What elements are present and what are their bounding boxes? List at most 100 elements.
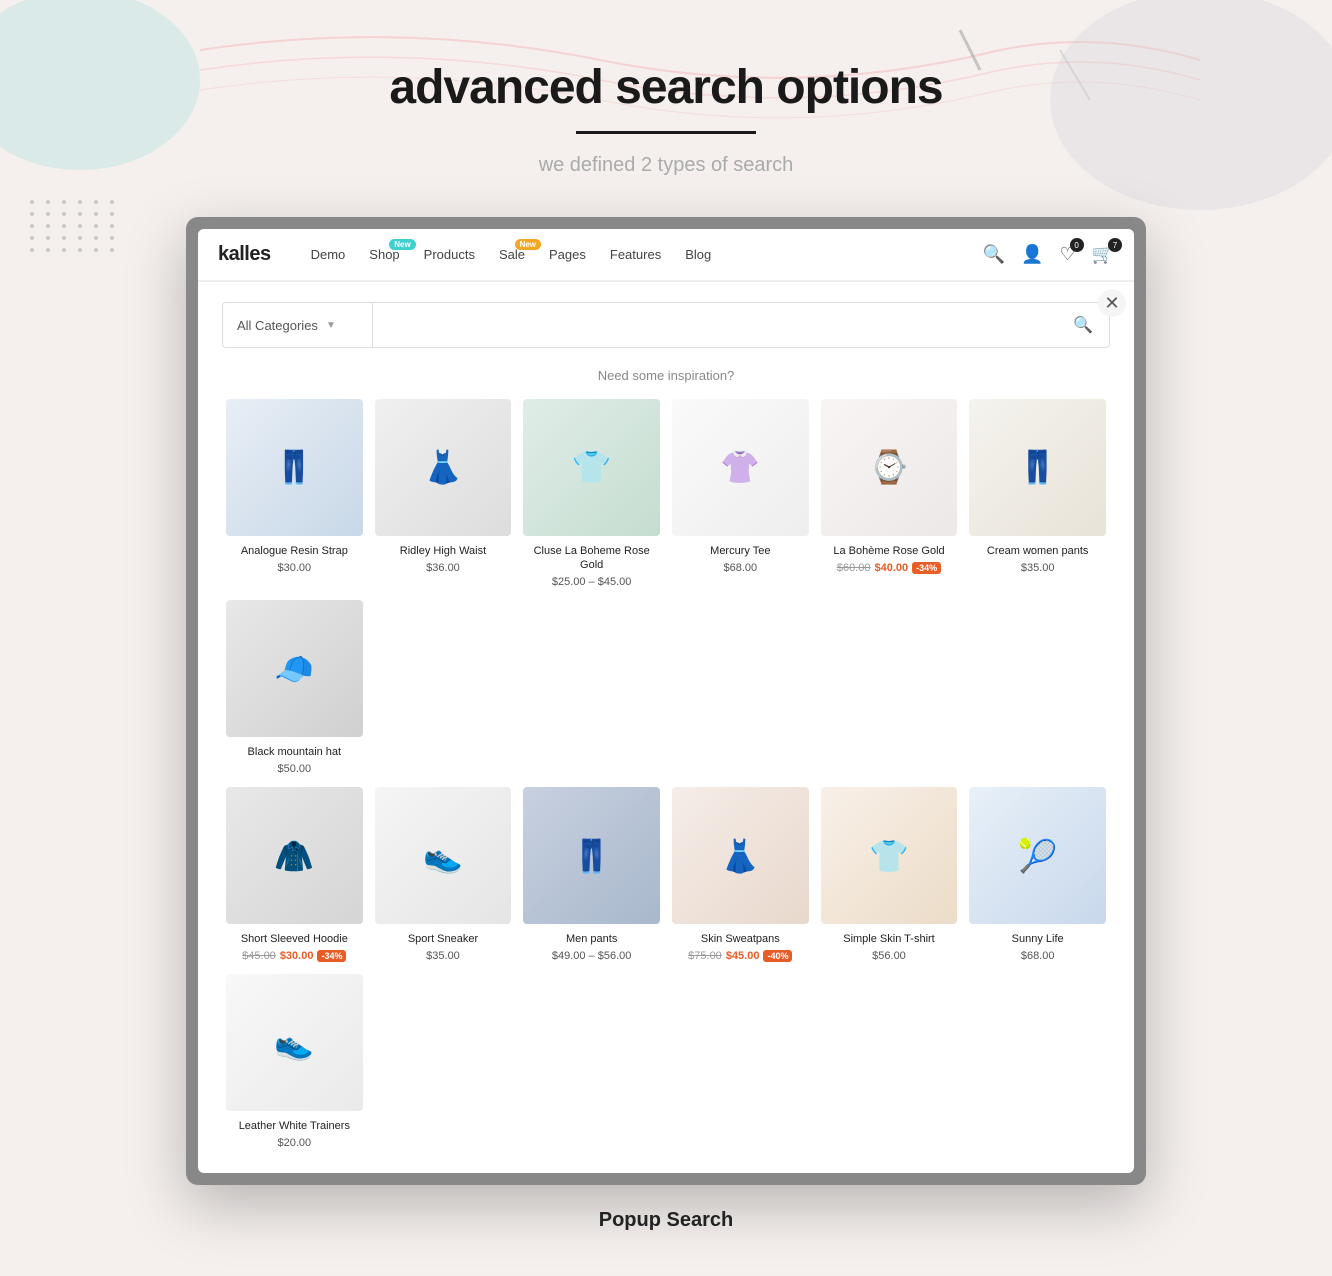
nav-item-demo[interactable]: Demo xyxy=(311,247,346,262)
product-name: Cluse La Boheme Rose Gold xyxy=(523,544,660,573)
product-price: $50.00 xyxy=(226,763,363,775)
product-name: Skin Sweatpans xyxy=(672,932,809,946)
price-value: $35.00 xyxy=(1021,562,1055,574)
cart-icon[interactable]: 🛒 7 xyxy=(1092,244,1114,265)
product-image: 👕 xyxy=(523,399,660,536)
sale-badge: New xyxy=(515,239,541,250)
product-image: 🧥 xyxy=(226,787,363,924)
category-label: All Categories xyxy=(237,318,318,333)
product-image: 👖 xyxy=(523,787,660,924)
navbar-nav: Demo Shop New Products Sale New Pages Fe… xyxy=(311,247,983,262)
products-grid-row2: 🧥 Short Sleeved Hoodie $45.00 $30.00-34% 👟 Sp… xyxy=(222,787,1110,1149)
popup-label: Popup Search xyxy=(599,1209,733,1232)
nav-item-products[interactable]: Products xyxy=(424,247,475,262)
page-subtitle: we defined 2 types of search xyxy=(539,154,794,177)
product-image: 👗 xyxy=(672,787,809,924)
product-price: $25.00 – $45.00 xyxy=(523,576,660,588)
product-card[interactable]: 👖 Men pants $49.00 – $56.00 xyxy=(523,787,660,962)
search-popup-body: All Categories ▼ 🔍 Need some inspiration… xyxy=(198,281,1134,1173)
chevron-down-icon: ▼ xyxy=(326,320,336,331)
product-card[interactable]: 👟Leather White Trainers$20.00 xyxy=(226,974,363,1149)
product-image: 👟 xyxy=(226,974,363,1111)
product-image: 👚 xyxy=(672,399,809,536)
discount-badge: -34% xyxy=(317,950,346,962)
product-name: Black mountain hat xyxy=(226,745,363,759)
product-name: Men pants xyxy=(523,932,660,946)
nav-item-features[interactable]: Features xyxy=(610,247,661,262)
price-value: $68.00 xyxy=(724,562,758,574)
product-price: $30.00 xyxy=(226,562,363,574)
product-image: 👗 xyxy=(375,399,512,536)
price-value: $68.00 xyxy=(1021,950,1055,962)
product-price: $68.00 xyxy=(672,562,809,574)
price-sale: $40.00 xyxy=(874,562,908,574)
navbar: kalles Demo Shop New Products Sale New P… xyxy=(198,229,1134,281)
product-image: 🎾 xyxy=(969,787,1106,924)
product-card[interactable]: 🎾 Sunny Life $68.00 xyxy=(969,787,1106,962)
navbar-logo[interactable]: kalles xyxy=(218,243,271,266)
inspiration-label: Need some inspiration? xyxy=(222,368,1110,383)
product-card[interactable]: 👟 Sport Sneaker $35.00 xyxy=(375,787,512,962)
navbar-icons: 🔍 👤 ♡ 0 🛒 7 xyxy=(983,244,1114,265)
product-card[interactable]: 👚 Mercury Tee $68.00 xyxy=(672,399,809,588)
wishlist-icon[interactable]: ♡ 0 xyxy=(1059,244,1075,265)
price-value: $36.00 xyxy=(426,562,460,574)
product-price: $68.00 xyxy=(969,950,1106,962)
product-image: 👕 xyxy=(821,787,958,924)
price-range: $25.00 – $45.00 xyxy=(552,576,632,588)
price-sale: $30.00 xyxy=(280,950,314,962)
user-icon[interactable]: 👤 xyxy=(1021,244,1043,265)
search-popup: ✕ All Categories ▼ 🔍 Need s xyxy=(198,281,1134,1173)
product-price: $56.00 xyxy=(821,950,958,962)
product-card[interactable]: 👖Analogue Resin Strap$30.00 xyxy=(226,399,363,588)
nav-item-blog[interactable]: Blog xyxy=(685,247,711,262)
price-value: $30.00 xyxy=(278,562,312,574)
nav-item-sale[interactable]: Sale New xyxy=(499,247,525,262)
product-price: $45.00 $30.00-34% xyxy=(226,950,363,962)
products-grid-row1: 👖Analogue Resin Strap$30.00👗 Ridley High … xyxy=(222,399,1110,775)
close-button[interactable]: ✕ xyxy=(1098,289,1126,317)
price-original: $75.00 xyxy=(688,950,722,962)
price-value: $20.00 xyxy=(278,1137,312,1149)
product-price: $49.00 – $56.00 xyxy=(523,950,660,962)
product-name: Cream women pants xyxy=(969,544,1106,558)
product-name: Mercury Tee xyxy=(672,544,809,558)
search-submit-icon: 🔍 xyxy=(1073,315,1093,335)
product-card[interactable]: 👕 Cluse La Boheme Rose Gold $25.00 – $45.0… xyxy=(523,399,660,588)
product-card[interactable]: 👕Simple Skin T-shirt$56.00 xyxy=(821,787,958,962)
price-range: $49.00 – $56.00 xyxy=(552,950,632,962)
product-card[interactable]: ⌚La Bohème Rose Gold$60.00$40.00-34% xyxy=(821,399,958,588)
nav-item-pages[interactable]: Pages xyxy=(549,247,586,262)
product-image: 👟 xyxy=(375,787,512,924)
shop-badge: New xyxy=(389,239,415,250)
price-value: $35.00 xyxy=(426,950,460,962)
product-price: $35.00 xyxy=(375,950,512,962)
title-underline xyxy=(576,131,756,134)
product-name: Short Sleeved Hoodie xyxy=(226,932,363,946)
popup-window: kalles Demo Shop New Products Sale New P… xyxy=(198,229,1134,1173)
product-card[interactable]: 👖 Cream women pants $35.00 xyxy=(969,399,1106,588)
product-card[interactable]: 🧢Black mountain hat$50.00 xyxy=(226,600,363,775)
search-input[interactable] xyxy=(373,303,1057,347)
product-name: Sport Sneaker xyxy=(375,932,512,946)
product-name: Ridley High Waist xyxy=(375,544,512,558)
search-icon[interactable]: 🔍 xyxy=(983,244,1005,265)
price-sale: $45.00 xyxy=(726,950,760,962)
product-card[interactable]: 👗 Ridley High Waist $36.00 xyxy=(375,399,512,588)
product-card[interactable]: 👗 Skin Sweatpans $75.00 $45.00-40% xyxy=(672,787,809,962)
product-price: $60.00$40.00-34% xyxy=(821,562,958,574)
price-original: $45.00 xyxy=(242,950,276,962)
product-image: 👖 xyxy=(969,399,1106,536)
product-name: Sunny Life xyxy=(969,932,1106,946)
product-price: $20.00 xyxy=(226,1137,363,1149)
search-bar: All Categories ▼ 🔍 xyxy=(222,302,1110,348)
cart-badge: 7 xyxy=(1108,238,1122,252)
wishlist-badge: 0 xyxy=(1070,238,1084,252)
discount-badge: -40% xyxy=(763,950,792,962)
product-card[interactable]: 🧥 Short Sleeved Hoodie $45.00 $30.00-34% xyxy=(226,787,363,962)
discount-badge: -34% xyxy=(912,562,941,574)
price-value: $56.00 xyxy=(872,950,906,962)
nav-item-shop[interactable]: Shop New xyxy=(369,247,399,262)
product-price: $75.00 $45.00-40% xyxy=(672,950,809,962)
category-dropdown[interactable]: All Categories ▼ xyxy=(223,303,373,347)
